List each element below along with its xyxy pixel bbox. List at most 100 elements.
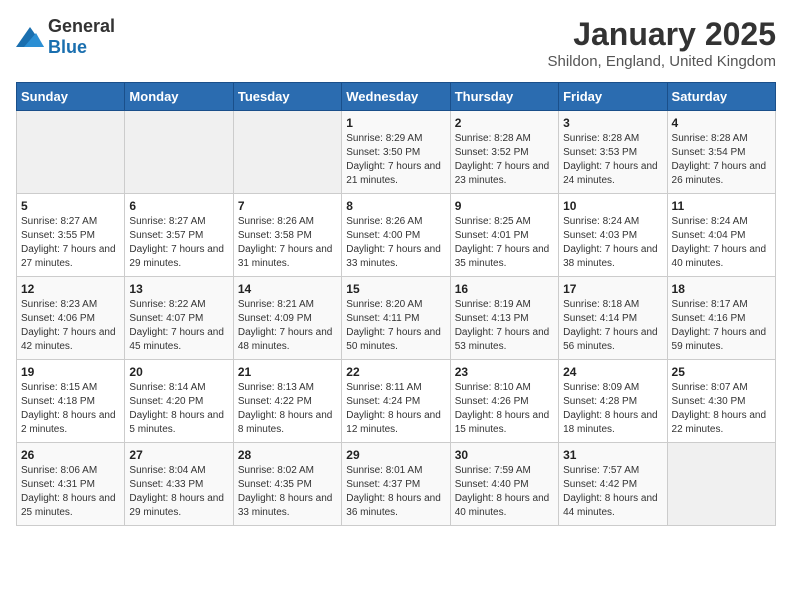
day-number: 21 — [238, 365, 337, 379]
day-number: 15 — [346, 282, 445, 296]
day-info: Sunrise: 8:29 AM Sunset: 3:50 PM Dayligh… — [346, 132, 445, 188]
day-cell: 9 Sunrise: 8:25 AM Sunset: 4:01 PM Daylig… — [450, 194, 558, 277]
weekday-header-tuesday: Tuesday — [233, 83, 341, 111]
day-info: Sunrise: 8:28 AM Sunset: 3:53 PM Dayligh… — [563, 132, 662, 188]
day-cell: 21 Sunrise: 8:13 AM Sunset: 4:22 PM Dayli… — [233, 360, 341, 443]
day-cell: 14Sunrise: 8:21 AM Sunset: 4:09 PM Dayli… — [233, 277, 341, 360]
day-number: 5 — [21, 199, 120, 213]
day-cell: 15 Sunrise: 8:20 AM Sunset: 4:11 PM Dayli… — [342, 277, 450, 360]
day-info: Sunrise: 8:22 AM Sunset: 4:07 PM Dayligh… — [129, 298, 228, 354]
day-info: Sunrise: 8:23 AM Sunset: 4:06 PM Dayligh… — [21, 298, 120, 354]
day-info: Sunrise: 8:24 AM Sunset: 4:03 PM Dayligh… — [563, 215, 662, 271]
day-info: Sunrise: 8:21 AM Sunset: 4:09 PM Dayligh… — [238, 298, 337, 354]
day-info: Sunrise: 8:28 AM Sunset: 3:52 PM Dayligh… — [455, 132, 554, 188]
logo-text: General Blue — [48, 16, 115, 58]
day-number: 11 — [672, 199, 771, 213]
day-info: Sunrise: 8:13 AM Sunset: 4:22 PM Dayligh… — [238, 381, 337, 437]
day-cell — [233, 111, 341, 194]
day-info: Sunrise: 8:18 AM Sunset: 4:14 PM Dayligh… — [563, 298, 662, 354]
week-row-1: 1 Sunrise: 8:29 AM Sunset: 3:50 PM Daylig… — [17, 111, 776, 194]
day-cell: 20Sunrise: 8:14 AM Sunset: 4:20 PM Dayli… — [125, 360, 233, 443]
day-cell: 30 Sunrise: 7:59 AM Sunset: 4:40 PM Dayli… — [450, 443, 558, 526]
day-info: Sunrise: 8:06 AM Sunset: 4:31 PM Dayligh… — [21, 464, 120, 520]
calendar-table: SundayMondayTuesdayWednesdayThursdayFrid… — [16, 82, 776, 526]
day-cell: 27Sunrise: 8:04 AM Sunset: 4:33 PM Dayli… — [125, 443, 233, 526]
day-number: 10 — [563, 199, 662, 213]
weekday-header-monday: Monday — [125, 83, 233, 111]
logo-icon — [16, 27, 44, 47]
day-cell: 10 Sunrise: 8:24 AM Sunset: 4:03 PM Dayli… — [559, 194, 667, 277]
weekday-header-friday: Friday — [559, 83, 667, 111]
day-cell: 3Sunrise: 8:28 AM Sunset: 3:53 PM Daylig… — [559, 111, 667, 194]
day-cell: 31 Sunrise: 7:57 AM Sunset: 4:42 PM Dayli… — [559, 443, 667, 526]
day-number: 22 — [346, 365, 445, 379]
day-info: Sunrise: 8:17 AM Sunset: 4:16 PM Dayligh… — [672, 298, 771, 354]
day-number: 29 — [346, 448, 445, 462]
day-info: Sunrise: 8:26 AM Sunset: 4:00 PM Dayligh… — [346, 215, 445, 271]
day-info: Sunrise: 8:25 AM Sunset: 4:01 PM Dayligh… — [455, 215, 554, 271]
day-cell: 13 Sunrise: 8:22 AM Sunset: 4:07 PM Dayli… — [125, 277, 233, 360]
day-cell: 29 Sunrise: 8:01 AM Sunset: 4:37 PM Dayli… — [342, 443, 450, 526]
day-cell: 12 Sunrise: 8:23 AM Sunset: 4:06 PM Dayli… — [17, 277, 125, 360]
weekday-header-row: SundayMondayTuesdayWednesdayThursdayFrid… — [17, 83, 776, 111]
day-info: Sunrise: 7:57 AM Sunset: 4:42 PM Dayligh… — [563, 464, 662, 520]
day-cell: 5 Sunrise: 8:27 AM Sunset: 3:55 PM Daylig… — [17, 194, 125, 277]
day-number: 27 — [129, 448, 228, 462]
day-info: Sunrise: 8:28 AM Sunset: 3:54 PM Dayligh… — [672, 132, 771, 188]
weekday-header-wednesday: Wednesday — [342, 83, 450, 111]
day-number: 26 — [21, 448, 120, 462]
week-row-5: 26 Sunrise: 8:06 AM Sunset: 4:31 PM Dayli… — [17, 443, 776, 526]
day-info: Sunrise: 8:20 AM Sunset: 4:11 PM Dayligh… — [346, 298, 445, 354]
day-info: Sunrise: 8:09 AM Sunset: 4:28 PM Dayligh… — [563, 381, 662, 437]
day-cell — [125, 111, 233, 194]
day-info: Sunrise: 8:26 AM Sunset: 3:58 PM Dayligh… — [238, 215, 337, 271]
day-cell: 17 Sunrise: 8:18 AM Sunset: 4:14 PM Dayli… — [559, 277, 667, 360]
weekday-header-sunday: Sunday — [17, 83, 125, 111]
day-info: Sunrise: 8:11 AM Sunset: 4:24 PM Dayligh… — [346, 381, 445, 437]
day-cell: 18 Sunrise: 8:17 AM Sunset: 4:16 PM Dayli… — [667, 277, 775, 360]
day-number: 4 — [672, 116, 771, 130]
day-cell: 6 Sunrise: 8:27 AM Sunset: 3:57 PM Daylig… — [125, 194, 233, 277]
day-cell: 22 Sunrise: 8:11 AM Sunset: 4:24 PM Dayli… — [342, 360, 450, 443]
day-number: 9 — [455, 199, 554, 213]
header: General Blue January 2025 Shildon, Engla… — [16, 16, 776, 70]
day-cell: 16Sunrise: 8:19 AM Sunset: 4:13 PM Dayli… — [450, 277, 558, 360]
day-cell: 8Sunrise: 8:26 AM Sunset: 4:00 PM Daylig… — [342, 194, 450, 277]
day-info: Sunrise: 8:24 AM Sunset: 4:04 PM Dayligh… — [672, 215, 771, 271]
day-number: 6 — [129, 199, 228, 213]
day-cell: 2 Sunrise: 8:28 AM Sunset: 3:52 PM Daylig… — [450, 111, 558, 194]
day-cell: 23Sunrise: 8:10 AM Sunset: 4:26 PM Dayli… — [450, 360, 558, 443]
day-number: 30 — [455, 448, 554, 462]
day-info: Sunrise: 8:27 AM Sunset: 3:57 PM Dayligh… — [129, 215, 228, 271]
day-number: 24 — [563, 365, 662, 379]
day-cell: 4 Sunrise: 8:28 AM Sunset: 3:54 PM Daylig… — [667, 111, 775, 194]
day-number: 13 — [129, 282, 228, 296]
day-number: 7 — [238, 199, 337, 213]
weekday-header-thursday: Thursday — [450, 83, 558, 111]
day-cell: 7 Sunrise: 8:26 AM Sunset: 3:58 PM Daylig… — [233, 194, 341, 277]
day-cell: 26 Sunrise: 8:06 AM Sunset: 4:31 PM Dayli… — [17, 443, 125, 526]
day-cell: 19Sunrise: 8:15 AM Sunset: 4:18 PM Dayli… — [17, 360, 125, 443]
day-number: 25 — [672, 365, 771, 379]
day-number: 20 — [129, 365, 228, 379]
day-number: 17 — [563, 282, 662, 296]
title-area: January 2025 Shildon, England, United Ki… — [548, 16, 777, 70]
day-cell: 11 Sunrise: 8:24 AM Sunset: 4:04 PM Dayli… — [667, 194, 775, 277]
logo: General Blue — [16, 16, 115, 58]
calendar-subtitle: Shildon, England, United Kingdom — [548, 53, 777, 70]
day-cell — [17, 111, 125, 194]
day-info: Sunrise: 7:59 AM Sunset: 4:40 PM Dayligh… — [455, 464, 554, 520]
day-number: 2 — [455, 116, 554, 130]
day-info: Sunrise: 8:27 AM Sunset: 3:55 PM Dayligh… — [21, 215, 120, 271]
day-info: Sunrise: 8:01 AM Sunset: 4:37 PM Dayligh… — [346, 464, 445, 520]
logo-general: General — [48, 16, 115, 36]
day-cell: 1 Sunrise: 8:29 AM Sunset: 3:50 PM Daylig… — [342, 111, 450, 194]
day-number: 31 — [563, 448, 662, 462]
day-number: 18 — [672, 282, 771, 296]
day-number: 12 — [21, 282, 120, 296]
day-number: 1 — [346, 116, 445, 130]
day-info: Sunrise: 8:19 AM Sunset: 4:13 PM Dayligh… — [455, 298, 554, 354]
day-cell — [667, 443, 775, 526]
day-number: 23 — [455, 365, 554, 379]
logo-blue: Blue — [48, 37, 87, 57]
